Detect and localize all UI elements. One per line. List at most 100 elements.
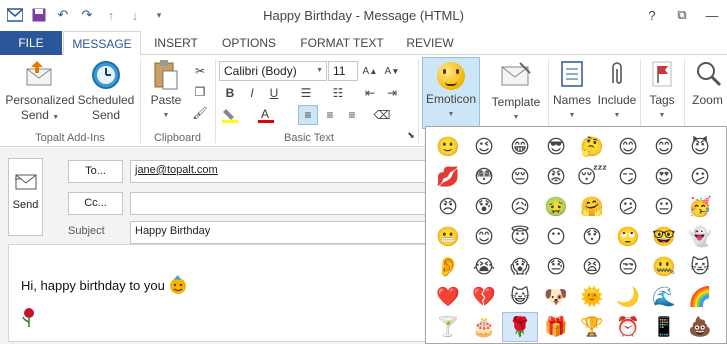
dialog-launcher-icon[interactable]: ⬊ bbox=[405, 129, 417, 141]
emoticon-item[interactable]: 🤢 bbox=[538, 192, 574, 222]
to-recipient[interactable]: jane@topalt.com bbox=[135, 164, 218, 176]
emoticon-item[interactable]: 💩 bbox=[682, 312, 718, 342]
align-right-icon[interactable]: ≡ bbox=[342, 105, 362, 125]
emoticon-item[interactable]: 📱 bbox=[646, 312, 682, 342]
emoticon-item[interactable]: 😰 bbox=[466, 192, 502, 222]
align-left-icon[interactable]: ≡ bbox=[298, 105, 318, 125]
numbering-icon[interactable]: ☷ bbox=[328, 83, 348, 103]
names-button[interactable]: Names ▼ bbox=[552, 59, 592, 123]
emoticon-item[interactable]: 😬 bbox=[430, 222, 466, 252]
font-name-box[interactable]: Calibri (Body) ▼ bbox=[219, 61, 327, 81]
emoticon-item[interactable]: 🥳 bbox=[682, 192, 718, 222]
emoticon-item[interactable]: 🤐 bbox=[646, 252, 682, 282]
emoticon-item[interactable]: 😫 bbox=[574, 252, 610, 282]
emoticon-item[interactable]: 😠 bbox=[430, 192, 466, 222]
emoticon-item[interactable]: 🙂 bbox=[430, 132, 466, 162]
message-body[interactable]: Hi, happy birthday to you bbox=[8, 244, 478, 342]
emoticon-item[interactable]: 😒 bbox=[610, 252, 646, 282]
emoticon-item[interactable]: 😈 bbox=[682, 132, 718, 162]
emoticon-item[interactable]: 😍 bbox=[646, 162, 682, 192]
tab-format-text[interactable]: FORMAT TEXT bbox=[292, 31, 392, 55]
emoticon-item[interactable]: 😁 bbox=[502, 132, 538, 162]
emoticon-item[interactable]: 😎 bbox=[538, 132, 574, 162]
emoticon-item[interactable]: 🍸 bbox=[430, 312, 466, 342]
emoticon-item[interactable]: 😥 bbox=[502, 192, 538, 222]
cc-field[interactable] bbox=[130, 192, 430, 215]
emoticon-item[interactable]: 🙄 bbox=[610, 222, 646, 252]
emoticon-item[interactable]: 💋 bbox=[430, 162, 466, 192]
emoticon-item[interactable]: 😡 bbox=[538, 162, 574, 192]
paste-button[interactable]: Paste ▼ bbox=[146, 59, 186, 123]
include-button[interactable]: Include ▼ bbox=[594, 59, 640, 123]
emoticon-item[interactable]: 😊 bbox=[646, 132, 682, 162]
emoticon-item[interactable]: 😕 bbox=[682, 162, 718, 192]
emoticon-item[interactable]: 🐱 bbox=[682, 252, 718, 282]
decrease-indent-icon[interactable]: ⇤ bbox=[360, 83, 380, 103]
emoticon-item[interactable]: 🎂 bbox=[466, 312, 502, 342]
tab-message[interactable]: MESSAGE bbox=[63, 31, 141, 56]
emoticon-item[interactable]: 🌹 bbox=[502, 312, 538, 342]
to-button[interactable]: To... bbox=[68, 160, 123, 183]
personalized-send-button[interactable]: Personalized Send ▼ bbox=[4, 59, 76, 125]
emoticon-item[interactable]: 🌞 bbox=[574, 282, 610, 312]
to-field[interactable]: jane@topalt.com bbox=[130, 160, 430, 183]
emoticon-item[interactable]: 🌈 bbox=[682, 282, 718, 312]
tab-review[interactable]: REVIEW bbox=[398, 31, 462, 55]
minimize-button[interactable]: — bbox=[697, 4, 727, 26]
increase-indent-icon[interactable]: ⇥ bbox=[382, 83, 402, 103]
help-button[interactable]: ? bbox=[637, 4, 667, 26]
emoticon-item[interactable]: 😊 bbox=[466, 222, 502, 252]
template-button[interactable]: Template ▼ bbox=[486, 59, 546, 125]
shrink-font-icon[interactable]: A ▼ bbox=[382, 61, 402, 81]
cut-icon[interactable]: ✂ bbox=[190, 61, 210, 81]
tags-button[interactable]: Tags ▼ bbox=[644, 59, 680, 123]
emoticon-item[interactable]: ❤️ bbox=[430, 282, 466, 312]
emoticon-item[interactable]: 👂 bbox=[430, 252, 466, 282]
emoticon-item[interactable]: 🐶 bbox=[538, 282, 574, 312]
zoom-button[interactable]: Zoom bbox=[688, 59, 727, 108]
emoticon-item[interactable]: 😓 bbox=[538, 252, 574, 282]
emoticon-item[interactable]: 😏 bbox=[610, 162, 646, 192]
emoticon-item[interactable]: 🎁 bbox=[538, 312, 574, 342]
emoticon-item[interactable]: 👻 bbox=[682, 222, 718, 252]
emoticon-item[interactable]: 🤔 bbox=[574, 132, 610, 162]
emoticon-item[interactable]: 😭 bbox=[466, 252, 502, 282]
emoticon-item[interactable]: 🤓 bbox=[646, 222, 682, 252]
bullets-icon[interactable]: ☰ bbox=[296, 83, 316, 103]
emoticon-item[interactable]: 😇 bbox=[502, 222, 538, 252]
emoticon-item[interactable]: 😯 bbox=[574, 222, 610, 252]
emoticon-item[interactable]: 🌙 bbox=[610, 282, 646, 312]
emoticon-item[interactable]: 😴 bbox=[574, 162, 610, 192]
underline-icon[interactable]: U bbox=[264, 83, 284, 103]
font-color-icon[interactable]: A bbox=[256, 105, 276, 125]
format-painter-icon[interactable]: 🖌 bbox=[190, 103, 210, 123]
emoticon-item[interactable]: 😳 bbox=[466, 162, 502, 192]
highlight-icon[interactable] bbox=[220, 105, 240, 125]
emoticon-item[interactable]: ⏰ bbox=[610, 312, 646, 342]
emoticon-button[interactable]: Emoticon ▼ bbox=[422, 57, 480, 129]
emoticon-item[interactable]: 😐 bbox=[646, 192, 682, 222]
emoticon-item[interactable]: 😉 bbox=[466, 132, 502, 162]
emoticon-item[interactable]: 😊 bbox=[610, 132, 646, 162]
font-size-box[interactable]: 11 bbox=[328, 61, 358, 81]
italic-icon[interactable]: I bbox=[242, 83, 262, 103]
emoticon-item[interactable]: 💔 bbox=[466, 282, 502, 312]
ribbon-display-button[interactable]: ⧉ bbox=[667, 4, 697, 26]
emoticon-item[interactable]: 😔 bbox=[502, 162, 538, 192]
tab-insert[interactable]: INSERT bbox=[145, 31, 207, 55]
emoticon-item[interactable]: 😺 bbox=[502, 282, 538, 312]
copy-icon[interactable]: ❐ bbox=[190, 82, 210, 102]
tab-file[interactable]: FILE bbox=[0, 31, 62, 55]
emoticon-item[interactable]: 🤗 bbox=[574, 192, 610, 222]
cc-button[interactable]: Cc... bbox=[68, 192, 123, 215]
tab-options[interactable]: OPTIONS bbox=[213, 31, 285, 55]
align-center-icon[interactable]: ≡ bbox=[320, 105, 340, 125]
send-button[interactable]: Send bbox=[8, 158, 43, 236]
emoticon-item[interactable]: 😱 bbox=[502, 252, 538, 282]
emoticon-item[interactable]: 🏆 bbox=[574, 312, 610, 342]
emoticon-item[interactable]: 😕 bbox=[610, 192, 646, 222]
clear-formatting-icon[interactable]: ⌫ bbox=[372, 105, 392, 125]
emoticon-item[interactable]: 🌊 bbox=[646, 282, 682, 312]
grow-font-icon[interactable]: A ▲ bbox=[360, 61, 380, 81]
scheduled-send-button[interactable]: Scheduled Send bbox=[76, 59, 136, 123]
